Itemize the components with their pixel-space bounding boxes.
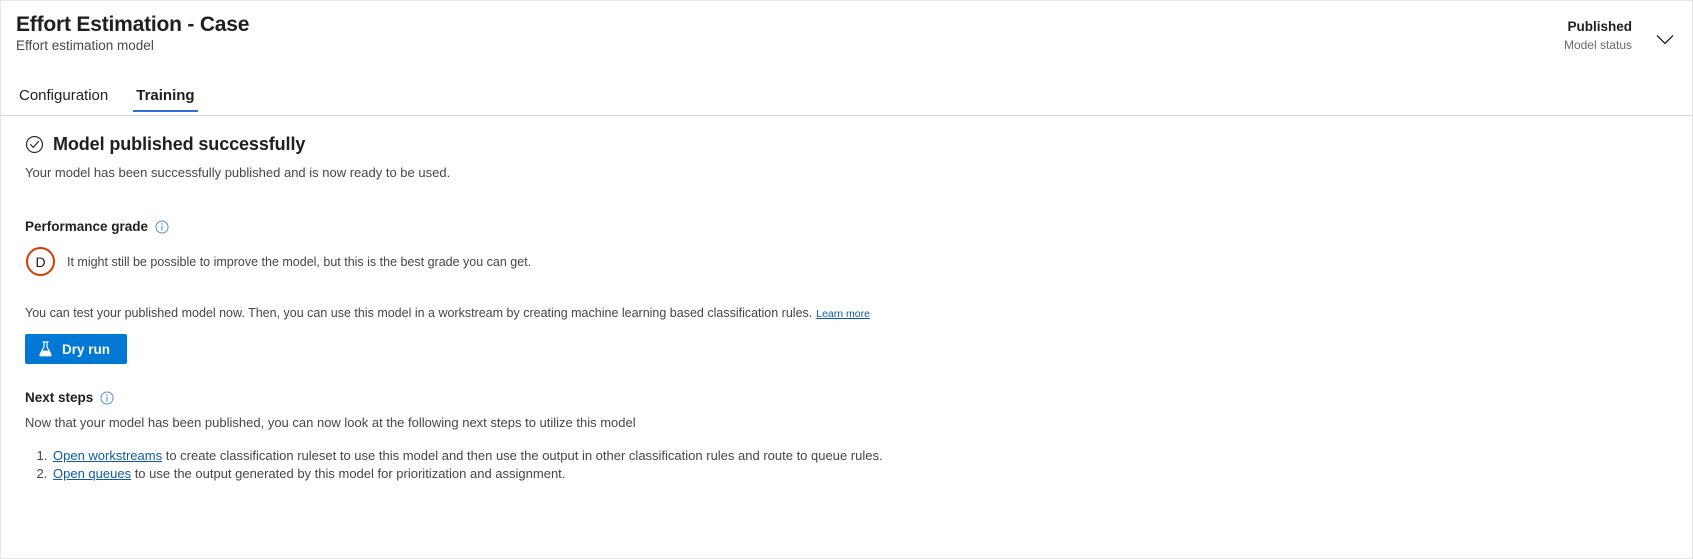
next-steps-list: Open workstreams to create classificatio… [16, 447, 1677, 484]
next-steps-heading-row: Next steps [25, 390, 1677, 405]
chevron-down-icon[interactable] [1654, 29, 1676, 51]
performance-grade-heading-row: Performance grade [25, 219, 1677, 234]
success-title: Model published successfully [53, 134, 306, 154]
success-description: Your model has been successfully publish… [25, 165, 451, 180]
effort-estimation-page: Effort Estimation - Case Effort estimati… [0, 0, 1693, 559]
tab-bar: Configuration Training [16, 73, 198, 115]
success-banner: Model published successfully [25, 134, 1677, 155]
next-steps-label: Next steps [25, 390, 94, 405]
page-title: Effort Estimation - Case [16, 13, 250, 36]
model-status-value: Published [1567, 19, 1632, 34]
learn-more-link[interactable]: Learn more [816, 308, 870, 320]
step-1-text: to create classification ruleset to use … [162, 448, 883, 463]
page-header: Effort Estimation - Case Effort estimati… [1, 1, 1692, 116]
grade-description: It might still be possible to improve th… [67, 254, 532, 269]
check-circle-icon [25, 135, 44, 154]
info-icon[interactable] [100, 390, 114, 405]
tab-training[interactable]: Training [133, 87, 198, 115]
performance-grade-label: Performance grade [25, 219, 149, 234]
main-content: Model published successfully Your model … [1, 116, 1692, 484]
model-status-label: Model status [1563, 38, 1632, 53]
flask-icon [39, 341, 52, 357]
info-icon[interactable] [155, 219, 169, 234]
performance-grade-section: Performance grade D It might still be po… [16, 219, 1677, 276]
tab-configuration[interactable]: Configuration [16, 87, 111, 115]
dry-run-label: Dry run [62, 341, 111, 357]
open-workstreams-link[interactable]: Open workstreams [53, 448, 162, 463]
step-2-text: to use the output generated by this mode… [131, 466, 566, 482]
grade-row: D It might still be possible to improve … [26, 247, 1677, 276]
grade-badge: D [26, 247, 55, 276]
dry-run-button[interactable]: Dry run [25, 334, 128, 364]
test-model-text: You can test your published model now. T… [25, 306, 813, 320]
next-steps-section: Next steps Now that your model has been … [16, 390, 1677, 484]
list-item: Open workstreams to create classificatio… [51, 447, 1677, 465]
test-model-paragraph: You can test your published model now. T… [25, 306, 1677, 320]
model-status-block: Published Model status [1564, 18, 1632, 53]
open-queues-link[interactable]: Open queues [53, 466, 131, 481]
list-item: Open queues to use the output generated … [51, 465, 1677, 483]
page-subtitle: Effort estimation model [16, 38, 154, 53]
next-steps-description: Now that your model has been published, … [25, 415, 636, 430]
